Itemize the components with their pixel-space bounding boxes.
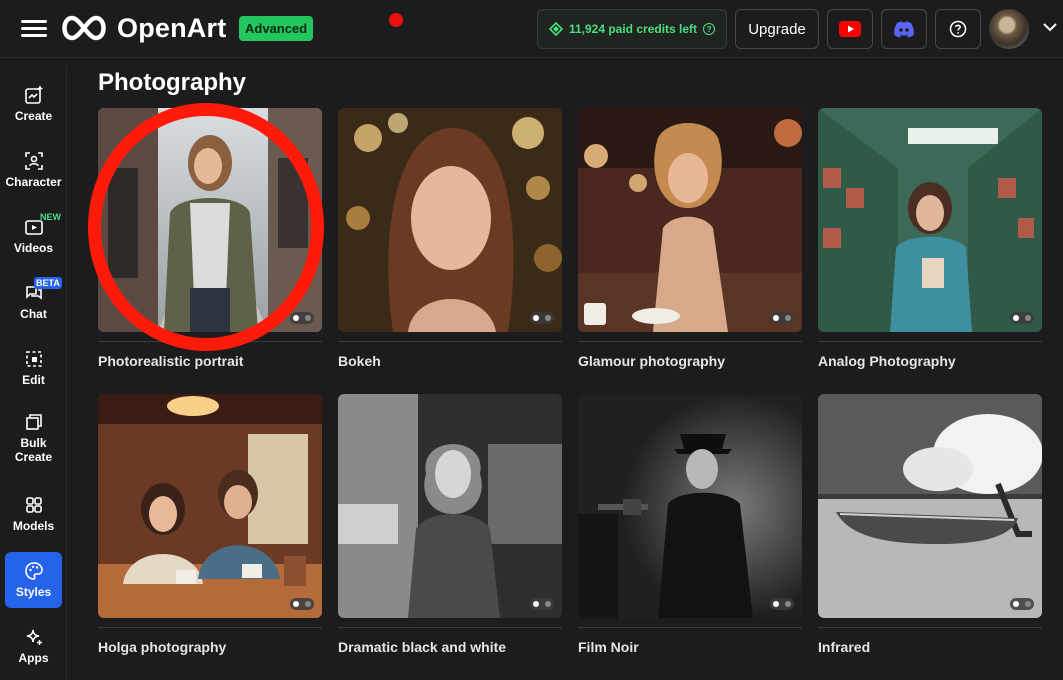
sidebar-item-bulk-create[interactable]: Bulk Create	[5, 406, 62, 470]
divider	[818, 341, 1042, 342]
style-card-film-noir[interactable]: Film Noir	[578, 394, 802, 655]
character-icon	[24, 152, 43, 170]
holga-cafe-image	[98, 394, 322, 618]
sidebar-item-videos[interactable]: NEW Videos	[5, 208, 62, 264]
glamour-cafe-image	[578, 108, 802, 332]
upgrade-button[interactable]: Upgrade	[735, 9, 819, 49]
sidebar: Create Character NEW Videos BETA Chat Ed…	[0, 66, 67, 680]
style-card-dramatic-black-and-white[interactable]: Dramatic black and white	[338, 394, 562, 655]
preview-toggle[interactable]	[770, 598, 794, 610]
style-thumbnail[interactable]	[818, 108, 1042, 332]
user-avatar[interactable]	[989, 9, 1029, 49]
analog-store-image	[818, 108, 1042, 332]
discord-button[interactable]	[881, 9, 927, 49]
sidebar-item-models[interactable]: Models	[5, 486, 62, 542]
new-badge: NEW	[40, 212, 61, 222]
sidebar-item-label: Models	[12, 519, 55, 533]
sidebar-item-create[interactable]: Create	[5, 76, 62, 132]
film-noir-image	[578, 394, 802, 618]
youtube-button[interactable]	[827, 9, 873, 49]
sidebar-item-edit[interactable]: Edit	[5, 340, 62, 396]
info-icon[interactable]: ?	[703, 23, 716, 35]
portrait-street-image	[98, 108, 322, 332]
chevron-down-icon[interactable]	[1043, 22, 1057, 32]
hamburger-menu-icon[interactable]	[21, 18, 47, 40]
card-title: Bokeh	[338, 353, 381, 369]
create-icon	[24, 86, 42, 104]
style-thumbnail[interactable]	[818, 394, 1042, 618]
sidebar-item-apps[interactable]: Apps	[5, 618, 62, 674]
sidebar-item-label: Create	[14, 109, 53, 123]
help-icon	[949, 20, 967, 38]
divider	[338, 627, 562, 628]
style-thumbnail[interactable]	[98, 108, 322, 332]
card-title: Infrared	[818, 639, 871, 655]
divider	[578, 627, 802, 628]
sidebar-item-label: Bulk Create	[14, 436, 53, 464]
bw-tram-image	[338, 394, 562, 618]
card-title: Glamour photography	[578, 353, 725, 369]
style-card-analog-photography[interactable]: Analog Photography	[818, 108, 1042, 369]
sidebar-item-label: Apps	[18, 651, 49, 665]
preview-toggle[interactable]	[770, 312, 794, 324]
sidebar-item-chat[interactable]: BETA Chat	[5, 274, 62, 330]
credits-indicator[interactable]: 11,924 paid credits left ?	[537, 9, 727, 49]
sidebar-item-styles[interactable]: Styles	[5, 552, 62, 608]
card-title: Analog Photography	[818, 353, 956, 369]
style-card-infrared[interactable]: Infrared	[818, 394, 1042, 655]
sidebar-item-label: Videos	[13, 241, 54, 255]
style-thumbnail[interactable]	[338, 394, 562, 618]
card-title: Dramatic black and white	[338, 639, 507, 655]
logo-text: OpenArt	[117, 12, 227, 43]
preview-toggle[interactable]	[290, 598, 314, 610]
palette-icon	[24, 562, 43, 580]
style-card-bokeh[interactable]: Bokeh	[338, 108, 562, 369]
bulk-create-icon	[25, 414, 42, 430]
style-card-photorealistic-portrait[interactable]: Photorealistic portrait	[98, 108, 322, 369]
openart-logo-icon	[62, 15, 106, 41]
style-thumbnail[interactable]	[578, 108, 802, 332]
style-thumbnail[interactable]	[98, 394, 322, 618]
preview-toggle[interactable]	[290, 312, 314, 324]
sparkle-icon	[26, 629, 42, 645]
preview-toggle[interactable]	[1010, 312, 1034, 324]
infrared-boat-image	[818, 394, 1042, 618]
models-icon	[25, 497, 42, 513]
style-card-glamour-photography[interactable]: Glamour photography	[578, 108, 802, 369]
section-title: Photography	[98, 69, 246, 96]
edit-icon	[25, 351, 42, 367]
logo[interactable]: OpenArt	[58, 12, 226, 44]
youtube-icon	[839, 21, 861, 37]
plan-badge: Advanced	[239, 16, 314, 41]
preview-toggle[interactable]	[1010, 598, 1034, 610]
recording-dot-icon	[389, 13, 403, 27]
help-button[interactable]	[935, 9, 981, 49]
card-title: Film Noir	[578, 639, 639, 655]
sidebar-item-label: Chat	[20, 307, 47, 321]
divider	[98, 627, 322, 628]
card-title: Photorealistic portrait	[98, 353, 244, 369]
style-thumbnail[interactable]	[578, 394, 802, 618]
divider	[98, 341, 322, 342]
preview-toggle[interactable]	[530, 312, 554, 324]
sidebar-item-label: Edit	[22, 373, 45, 387]
divider	[338, 341, 562, 342]
divider	[818, 627, 1042, 628]
divider	[578, 341, 802, 342]
style-thumbnail[interactable]	[338, 108, 562, 332]
style-card-holga-photography[interactable]: Holga photography	[98, 394, 322, 655]
sidebar-item-label: Character	[5, 175, 62, 189]
diamond-icon	[548, 22, 563, 36]
top-bar: OpenArt Advanced 11,924 paid credits lef…	[0, 0, 1063, 58]
sidebar-item-label: Styles	[15, 585, 52, 599]
preview-toggle[interactable]	[530, 598, 554, 610]
card-title: Holga photography	[98, 639, 227, 655]
discord-icon	[894, 21, 914, 37]
beta-badge: BETA	[34, 277, 62, 289]
sidebar-item-character[interactable]: Character	[5, 142, 62, 198]
credits-text: 11,924 paid credits left	[568, 22, 698, 36]
bokeh-portrait-image	[338, 108, 562, 332]
